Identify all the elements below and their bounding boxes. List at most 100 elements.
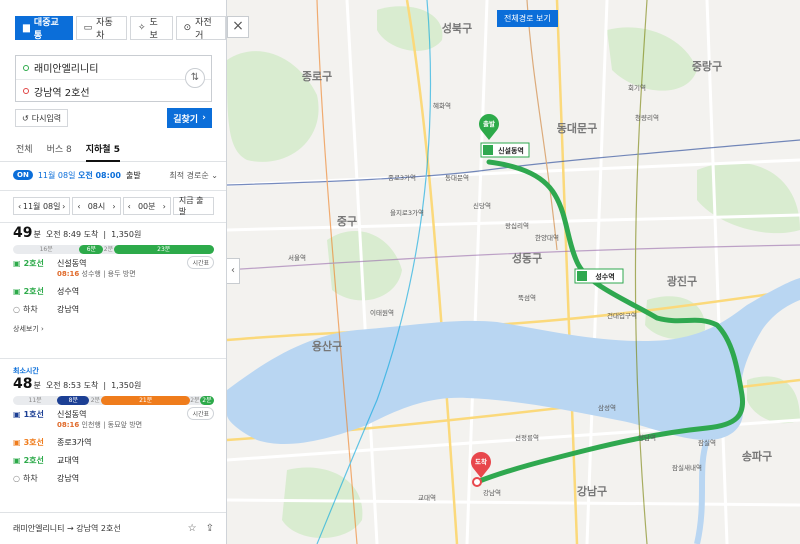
destination-field[interactable]: 강남역 2호선: [16, 79, 211, 102]
minute-select[interactable]: ‹ 00분 ›: [122, 197, 171, 215]
bicycle-icon: ⊙: [183, 23, 192, 33]
swap-route-icon[interactable]: ⇅: [185, 68, 205, 88]
segment: 23분: [113, 245, 214, 254]
transfer-station-callout[interactable]: 성수역: [574, 268, 624, 284]
station-label: 회기역: [628, 83, 646, 92]
hour-select[interactable]: ‹ 08시 ›: [72, 197, 121, 215]
mode-tab-walk[interactable]: ✧ 도보: [129, 16, 173, 41]
result-type-tabs: 전체 버스 8 지하철 5: [0, 140, 226, 162]
total-minutes-unit: 분: [33, 381, 41, 390]
separator: |: [103, 230, 107, 239]
segment: 21분: [101, 396, 190, 405]
route-step: ▣ 2호선 신설동역 08:16 성수행 | 용두 방면 시간표: [13, 256, 214, 278]
map-canvas: 성북구종로구동대문구 중랑구중구성동구광진구용산구강남구 송파구 혜화역동대문역신당역…: [227, 0, 800, 544]
share-icon[interactable]: ⇪: [206, 523, 214, 534]
route-result-card[interactable]: 49분 오전 8:49 도착 | 1,350원 16분 6분 2분 23분 ▣ 2호선…: [0, 225, 226, 334]
train-heading: | 용두 방면: [103, 270, 136, 278]
sort-select[interactable]: 최적 경로순 ⌄: [169, 170, 218, 181]
chevron-left-icon: ‹: [18, 201, 22, 211]
subway-icon: [577, 271, 587, 281]
full-route-button[interactable]: 전체경로 보기: [497, 10, 558, 27]
route-end-marker: [472, 477, 482, 487]
segment-bar: 16분 6분 2분 23분: [13, 245, 214, 254]
map-view[interactable]: 전체경로 보기 성북구 종로구 동대문구 중랑구 중구 성동구 광진구 용산구 …: [227, 0, 800, 544]
station-label: 을지로3가역: [390, 208, 424, 217]
route-step: ▣ 3호선 종로3가역: [13, 437, 214, 451]
line-badge: ▣ 3호선: [13, 437, 57, 448]
segment: 6분: [79, 245, 104, 254]
refresh-icon: ↺: [22, 113, 29, 123]
subway-icon: [483, 145, 493, 155]
mode-tab-bus[interactable]: ▆ 대중교통: [15, 16, 73, 41]
divider: [0, 190, 226, 191]
departure-date-link[interactable]: 11월 08일 오전 08:00: [38, 170, 121, 181]
mode-tab-car[interactable]: ▭ 자동차: [75, 16, 127, 41]
time-select-row: ‹ 11월 08일 › ‹ 08시 › ‹ 00분 › 지금 출발: [13, 196, 214, 216]
station-label: 선정릉역: [515, 433, 539, 442]
star-icon[interactable]: ☆: [188, 523, 197, 534]
timetable-button[interactable]: 시간표: [187, 407, 214, 420]
district-label: 성동구: [512, 251, 542, 265]
bus-icon: ▆: [23, 23, 30, 33]
line-name: 3호선: [23, 438, 44, 447]
station-name: 신설동역: [57, 259, 87, 268]
station-label: 청량리역: [635, 113, 659, 122]
destination-dot-icon: [23, 88, 29, 94]
district-label: 성북구: [442, 21, 472, 35]
segment: 16분: [39, 246, 53, 253]
district-label: 광진구: [667, 274, 697, 288]
next-train-time: 08:16: [57, 421, 80, 429]
directions-panel: ▆ 대중교통 ▭ 자동차 ✧ 도보 ⊙ 자전거 래미안엘리니티 강남역 2호선 ⇅ ↺ 다시입…: [0, 0, 227, 544]
separator: |: [103, 381, 107, 390]
origin-text: 래미안엘리니티: [34, 64, 99, 75]
segment: 8분: [57, 396, 90, 405]
result-tab[interactable]: 버스 8: [47, 140, 72, 162]
reinput-label: 다시입력: [31, 113, 62, 123]
route-step: ▣ 1호선 신설동역 08:16 인천행 | 동묘앞 방면 시간표: [13, 407, 214, 429]
line-badge: ▣ 2호선: [13, 258, 57, 269]
district-label: 송파구: [742, 449, 772, 463]
segment: 11분: [28, 397, 42, 404]
station-name: 강남역: [57, 474, 80, 483]
station-label: 청담역: [638, 433, 656, 442]
train-icon: ▣: [13, 259, 21, 268]
departure-suffix: 출발: [125, 170, 141, 180]
transport-mode-tabs: ▆ 대중교통 ▭ 자동차 ✧ 도보 ⊙ 자전거: [15, 16, 226, 41]
date-select[interactable]: ‹ 11월 08일 ›: [13, 197, 71, 215]
origin-field[interactable]: 래미안엘리니티: [16, 56, 211, 79]
chevron-left-icon: ‹: [231, 265, 235, 276]
chevron-left-icon: ‹: [77, 201, 81, 211]
start-station-callout[interactable]: 신설동역: [480, 142, 530, 158]
depart-now-button[interactable]: 지금 출발: [172, 196, 214, 216]
segment: 2분: [90, 397, 101, 404]
close-panel-button[interactable]: ×: [227, 16, 249, 38]
district-label: 동대문구: [557, 121, 597, 135]
line-name: 하차: [22, 305, 38, 314]
mode-tab-bicycle[interactable]: ⊙ 자전거: [175, 16, 226, 41]
mode-tab-label: 자전거: [195, 18, 212, 41]
station-label: 동대문역: [445, 173, 469, 182]
station-label: 뚝섬역: [518, 293, 536, 302]
result-tab[interactable]: 지하철 5: [85, 140, 120, 162]
result-tab[interactable]: 전체: [16, 140, 33, 162]
station-label: 한양대역: [535, 233, 559, 242]
search-route-button[interactable]: 길찾기 ›: [167, 108, 212, 128]
close-icon: ×: [232, 18, 244, 34]
chevron-right-icon: ›: [162, 201, 166, 211]
route-step: ○ 하차 강남역: [13, 473, 214, 487]
detail-link[interactable]: 상세보기 ›: [13, 324, 214, 334]
collapse-panel-button[interactable]: ‹: [227, 258, 240, 284]
segment-bar: 11분 8분 2분 21분 2분 2분: [13, 396, 214, 405]
total-minutes: 49: [13, 225, 33, 241]
next-train-info: 08:16 인천행 | 동묘앞 방면: [57, 420, 142, 430]
route-result-card[interactable]: 최소시간 48분 오전 8:53 도착 | 1,350원 11분 8분 2분 21분 2…: [0, 366, 226, 487]
station-label: 교대역: [418, 493, 436, 502]
route-step: ○ 하차 강남역: [13, 304, 214, 318]
train-icon: ▣: [13, 410, 21, 419]
timetable-button[interactable]: 시간표: [187, 256, 214, 269]
reinput-button[interactable]: ↺ 다시입력: [15, 109, 69, 127]
chevron-right-icon: ›: [62, 201, 66, 211]
departure-toggle[interactable]: ON: [13, 170, 33, 180]
station-label: 삼성역: [598, 403, 616, 412]
alight-icon: ○: [13, 305, 20, 314]
